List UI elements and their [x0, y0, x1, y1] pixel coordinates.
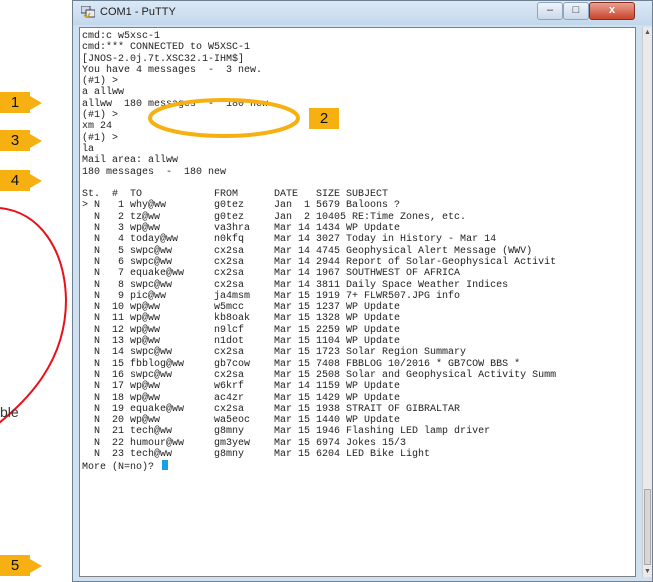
terminal-line: N 22 humour@ww gm3yew Mar 15 6974 Jokes …	[82, 437, 407, 449]
callout-1: 1	[0, 92, 30, 113]
maximize-button[interactable]: □	[563, 2, 589, 20]
callout-1-arrow-icon	[30, 96, 42, 110]
minimize-button[interactable]: –	[537, 2, 563, 20]
terminal-line: N 13 wp@ww n1dot Mar 15 1104 WP Update	[82, 336, 401, 348]
scroll-down-arrow-icon[interactable]: ▼	[644, 568, 651, 575]
terminal-line: N 16 swpc@ww cx2sa Mar 15 2508 Solar and…	[82, 369, 557, 381]
terminal-line: N 3 wp@ww va3hra Mar 14 1434 WP Update	[82, 223, 401, 235]
terminal-line: [JNOS-2.0j.7t.XSC32.1-IHM$]	[82, 53, 245, 65]
vertical-scrollbar[interactable]: ▲ ▼	[642, 27, 652, 577]
terminal-line: N 7 equake@ww cx2sa Mar 14 1967 SOUTHWES…	[82, 268, 461, 280]
callout-5: 5	[0, 555, 30, 576]
terminal-line: N 6 swpc@ww cx2sa Mar 14 2944 Report of …	[82, 256, 557, 268]
scrollbar-thumb[interactable]	[644, 489, 651, 565]
terminal-line: N 11 wp@ww kb8oak Mar 15 1328 WP Update	[82, 313, 401, 325]
terminal-line: N 12 wp@ww n9lcf Mar 15 2259 WP Update	[82, 324, 401, 336]
terminal-line: N 15 fbblog@ww gb7cow Mar 15 7408 FBBLOG…	[82, 358, 521, 370]
scroll-up-arrow-icon[interactable]: ▲	[644, 29, 651, 36]
terminal-line: More (N=no)?	[82, 460, 556, 473]
terminal-line: N 8 swpc@ww cx2sa Mar 14 3811 Daily Spac…	[82, 279, 509, 291]
terminal-line: (#1) >	[82, 132, 119, 144]
terminal-line: N 2 tz@ww g0tez Jan 2 10405 RE:Time Zone…	[82, 211, 467, 223]
terminal-line: cmd:c w5xsc-1	[82, 31, 161, 42]
terminal-line: N 10 wp@ww w5mcc Mar 15 1237 WP Update	[82, 302, 401, 314]
terminal-line: You have 4 messages - 3 new.	[82, 64, 263, 76]
terminal-line: la	[82, 143, 95, 155]
callout-3: 3	[0, 130, 30, 151]
terminal-line: N 17 wp@ww w6krf Mar 14 1159 WP Update	[82, 381, 401, 393]
terminal-output: cmd:c w5xsc-1 cmd:*** CONNECTED to W5XSC-…	[82, 31, 557, 473]
terminal-line: N 19 equake@ww cx2sa Mar 15 1938 STRAIT …	[82, 403, 461, 415]
terminal-line: N 23 tech@ww g8mny Mar 15 6204 LED Bike …	[82, 448, 431, 460]
callout-4: 4	[0, 170, 30, 191]
terminal-line: N 18 wp@ww ac4zr Mar 15 1429 WP Update	[82, 392, 401, 404]
title-bar[interactable]: COM1 - PuTTY – □ x	[73, 1, 652, 25]
putty-app-icon	[81, 6, 95, 18]
terminal-line: Mail area: allww	[82, 155, 179, 167]
red-outline-shape	[0, 207, 68, 424]
terminal-line: N 9 pic@ww ja4msm Mar 15 1919 7+ FLWR507…	[82, 290, 461, 302]
terminal-line: N 4 today@ww n0kfq Mar 14 3027 Today in …	[82, 234, 497, 246]
putty-window: COM1 - PuTTY – □ x cmd:c w5xsc-1 cmd:*** …	[72, 0, 653, 582]
terminal-line: N 20 wp@ww wa5eoc Mar 15 1440 WP Update	[82, 415, 401, 427]
terminal-line: cmd:*** CONNECTED to W5XSC-1	[82, 42, 251, 54]
terminal-line: N 21 tech@ww g8mny Mar 15 1946 Flashing …	[82, 426, 491, 438]
callout-5-arrow-icon	[30, 559, 42, 573]
callout-3-arrow-icon	[30, 134, 42, 148]
terminal-line: St. # TO FROM DATE SIZE SUBJECT	[82, 189, 389, 201]
terminal-line: > N 1 why@ww g0tez Jan 1 5679 Baloons ?	[82, 200, 401, 212]
terminal-line: a allww	[82, 87, 125, 99]
terminal-area[interactable]: cmd:c w5xsc-1 cmd:*** CONNECTED to W5XSC-…	[79, 27, 636, 577]
terminal-line: N 5 swpc@ww cx2sa Mar 14 4745 Geophysica…	[82, 245, 533, 257]
close-button[interactable]: x	[589, 2, 635, 20]
side-note-text: ble	[0, 404, 19, 420]
terminal-line: N 14 swpc@ww cx2sa Mar 15 1723 Solar Reg…	[82, 347, 467, 359]
callout-2: 2	[309, 108, 339, 129]
terminal-line: 180 messages - 180 new	[82, 166, 227, 178]
terminal-line: (#1) >	[82, 76, 119, 88]
text-cursor	[162, 460, 169, 471]
window-title: COM1 - PuTTY	[100, 6, 176, 18]
callout-4-arrow-icon	[30, 174, 42, 188]
